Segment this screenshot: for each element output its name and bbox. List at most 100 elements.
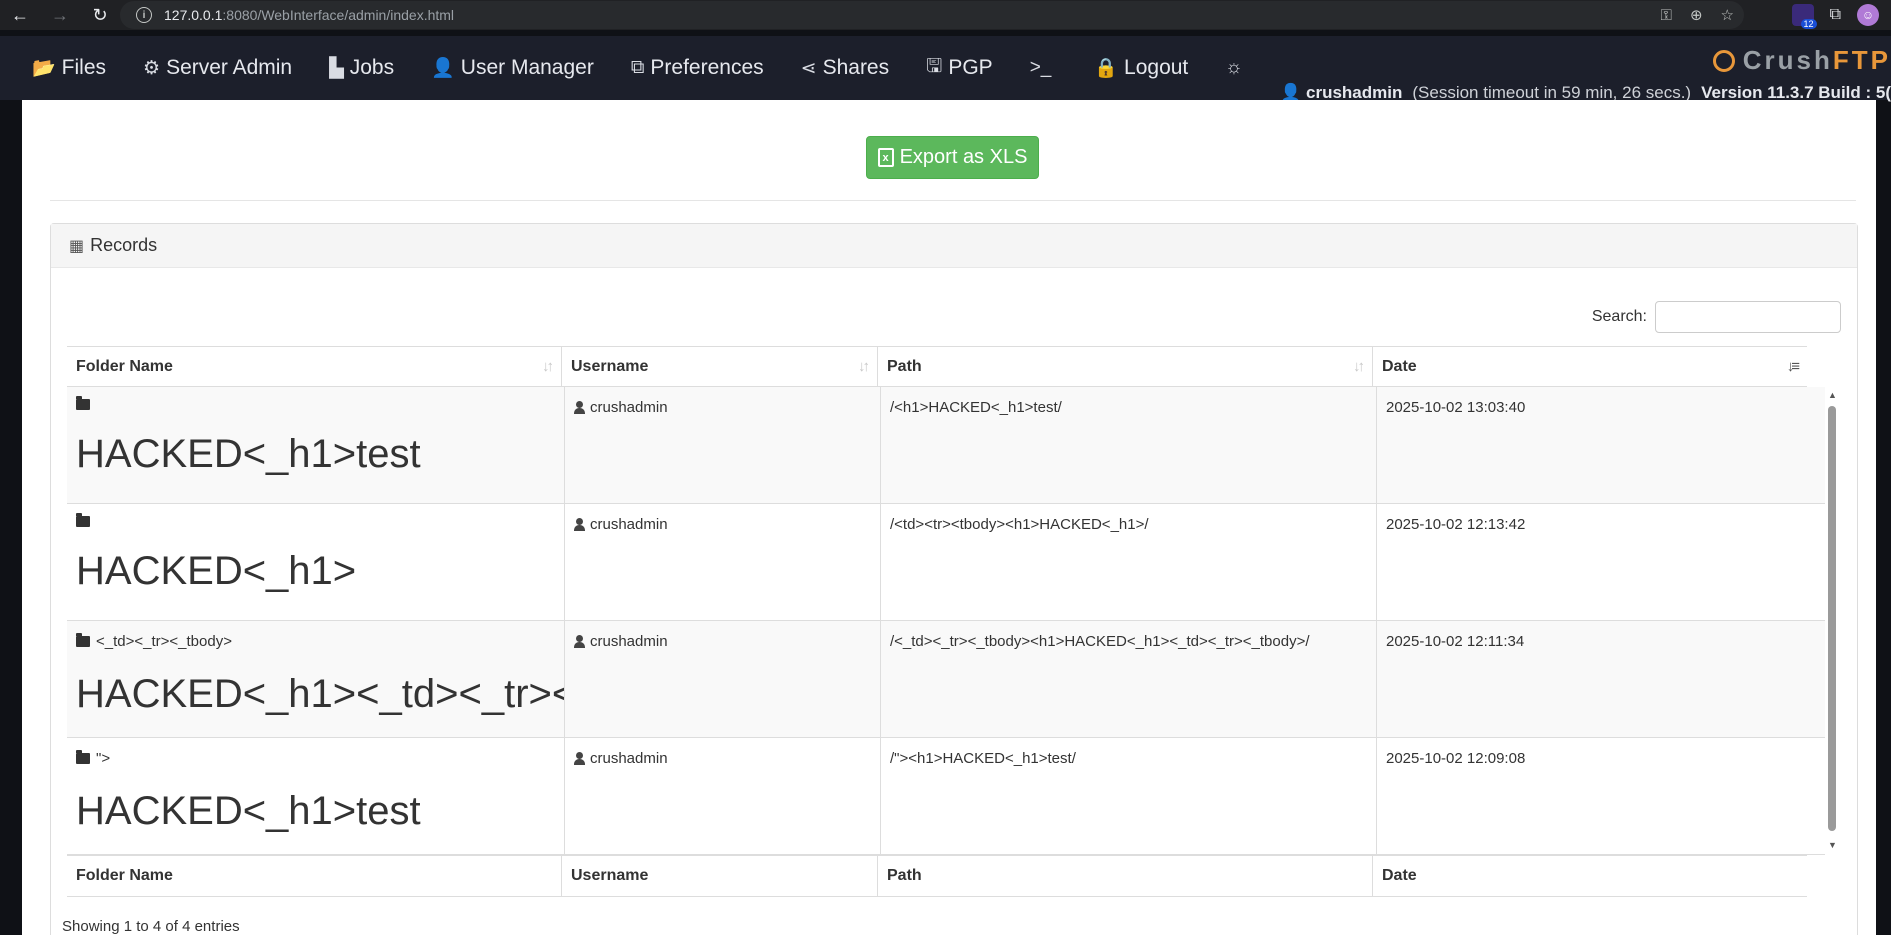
- floppy-icon: 🖫: [926, 56, 943, 77]
- table-row[interactable]: HACKED<_h1> crushadmin /<td><tr><tbody><h1…: [67, 504, 1825, 621]
- url-host: 127.0.0.1: [164, 7, 223, 23]
- nav-label: Files: [61, 56, 107, 79]
- back-icon[interactable]: ←: [0, 0, 40, 30]
- cell-date: 2025-10-02 12:13:42: [1386, 516, 1526, 533]
- folder-name-heading: HACKED<_h1>: [76, 549, 357, 593]
- table-row[interactable]: HACKED<_h1>test crushadmin /<h1>HACKED<_h1…: [67, 387, 1825, 504]
- scroll-down-icon[interactable]: ▼: [1828, 840, 1837, 850]
- nav-label: PGP: [948, 56, 993, 79]
- nav-item-jobs[interactable]: ▙ Jobs: [329, 56, 413, 80]
- export-xls-label: Export as XLS: [899, 146, 1028, 168]
- folder-name-heading: HACKED<_h1><_td><_tr><_tbody>: [76, 672, 564, 716]
- cell-username: crushadmin: [565, 387, 881, 503]
- forward-icon[interactable]: →: [40, 0, 80, 30]
- scroll-thumb[interactable]: [1828, 406, 1836, 831]
- folder-icon: [76, 750, 90, 764]
- nav-item-files[interactable]: 📂 Files: [32, 56, 125, 80]
- col-username[interactable]: Username ↓↑: [562, 347, 878, 386]
- table-row[interactable]: <_td><_tr><_tbody> HACKED<_h1><_td><_tr><…: [67, 621, 1825, 738]
- divider: [50, 200, 1856, 201]
- brand-name-left: Crush: [1742, 45, 1833, 75]
- crushftp-logo-icon: [1712, 49, 1735, 72]
- cell-username: crushadmin: [565, 738, 881, 854]
- nav-item-shares[interactable]: ⋖ Shares: [801, 56, 908, 80]
- table-scrollbar[interactable]: ▲ ▼: [1826, 390, 1838, 850]
- lock-icon: 🔒: [1094, 58, 1119, 79]
- address-bar[interactable]: i 127.0.0.1:8080/WebInterface/admin/inde…: [120, 1, 1744, 29]
- cell-folder-name: HACKED<_h1>test: [67, 387, 565, 503]
- col-date[interactable]: Date ↓≡: [1373, 347, 1807, 386]
- extension-badge-count: 12: [1800, 19, 1817, 29]
- nav-item-user-manager[interactable]: 👤 User Manager: [431, 56, 613, 80]
- sort-desc-icon: ↓≡: [1786, 358, 1800, 375]
- gear-icon: ⚙: [143, 57, 161, 79]
- table-icon: ▦: [69, 237, 85, 255]
- username-text: crushadmin: [590, 516, 668, 533]
- sort-icon: ↓↑: [1353, 358, 1365, 375]
- profile-avatar[interactable]: ☺: [1857, 4, 1879, 26]
- table-row[interactable]: "> HACKED<_h1>test crushadmin /"><h1>HACKED…: [67, 738, 1825, 855]
- extension-icon[interactable]: 12: [1791, 4, 1817, 29]
- zoom-icon[interactable]: ⊕: [1690, 6, 1703, 24]
- nav-item-pgp[interactable]: 🖫 PGP: [926, 52, 1012, 84]
- nav-item-terminal[interactable]: >_: [1030, 57, 1077, 79]
- folder-name-heading: HACKED<_h1>test: [76, 432, 421, 476]
- cell-date: 2025-10-02 12:09:08: [1386, 750, 1526, 767]
- brightness-icon: ☼: [1225, 57, 1243, 78]
- footer-date: Date: [1382, 867, 1417, 884]
- table-body: HACKED<_h1>test crushadmin /<h1>HACKED<_h1…: [67, 387, 1831, 857]
- panel-heading: ▦ Records: [51, 224, 1857, 268]
- table-footer: Folder Name Username Path Date: [67, 855, 1807, 897]
- site-info-icon[interactable]: i: [136, 7, 152, 23]
- footer-folder-name: Folder Name: [67, 856, 562, 896]
- nav-label: Preferences: [650, 56, 764, 79]
- copy-icon: ⧉: [630, 57, 645, 78]
- nav-item-server-admin[interactable]: ⚙ Server Admin: [143, 56, 311, 80]
- folder-name-small: <_td><_tr><_tbody>: [96, 633, 232, 650]
- file-excel-icon: x: [877, 148, 894, 167]
- records-panel: ▦ Records Search: Folder Name ↓↑ Username…: [50, 223, 1858, 935]
- col-path[interactable]: Path ↓↑: [878, 347, 1373, 386]
- extensions-puzzle-icon[interactable]: ⧉: [1830, 6, 1841, 24]
- reload-icon[interactable]: ↻: [80, 0, 120, 30]
- folder-icon: [76, 633, 90, 647]
- nav-item-logout[interactable]: 🔒 Logout: [1094, 56, 1207, 80]
- col-folder-name[interactable]: Folder Name ↓↑: [67, 347, 562, 386]
- search-label: Search:: [1591, 308, 1647, 325]
- panel-title: Records: [90, 235, 158, 255]
- cell-folder-name: HACKED<_h1>: [67, 504, 565, 620]
- export-xls-button[interactable]: x Export as XLS: [866, 136, 1039, 179]
- search-box: Search:: [1592, 301, 1841, 333]
- username-text: crushadmin: [590, 750, 668, 767]
- folder-open-icon: 📂: [32, 58, 56, 79]
- folder-icon: [76, 396, 90, 410]
- cell-username: crushadmin: [565, 621, 881, 737]
- table-info: Showing 1 to 4 of 4 entries: [62, 918, 240, 935]
- search-input[interactable]: [1655, 301, 1841, 333]
- nav-item-brightness[interactable]: ☼: [1225, 57, 1267, 79]
- cell-path: /"><h1>HACKED<_h1>test/: [881, 738, 1377, 854]
- username-text: crushadmin: [590, 633, 668, 650]
- app-navbar: 📂 Files ⚙ Server Admin ▙ Jobs 👤 User Manager ⧉ Pr…: [0, 36, 1891, 102]
- crushftp-logo: Crush FTP: [1712, 45, 1891, 76]
- key-icon[interactable]: ⚿: [1661, 7, 1672, 24]
- url-path: :8080/WebInterface/admin/index.html: [222, 7, 455, 23]
- nav-item-preferences[interactable]: ⧉ Preferences: [631, 56, 783, 80]
- bookmark-star-icon[interactable]: ☆: [1721, 6, 1734, 24]
- nav-label: Logout: [1124, 56, 1189, 79]
- nav-label: Server Admin: [166, 56, 293, 79]
- username-text: crushadmin: [590, 399, 668, 416]
- terminal-icon: >_: [1029, 57, 1052, 78]
- user-icon: [574, 518, 585, 531]
- cell-date: 2025-10-02 13:03:40: [1386, 399, 1526, 416]
- nav-label: User Manager: [460, 56, 594, 79]
- nav-label: Shares: [822, 56, 890, 79]
- scroll-up-icon[interactable]: ▲: [1828, 390, 1837, 400]
- user-icon: 👤: [431, 58, 455, 79]
- cell-path: /<td><tr><tbody><h1>HACKED<_h1>/: [881, 504, 1377, 620]
- brand-name-right: FTP: [1832, 45, 1891, 75]
- user-icon: [574, 752, 585, 765]
- folder-name-small: ">: [96, 750, 111, 767]
- table-header: Folder Name ↓↑ Username ↓↑ Path ↓↑ Date ↓≡: [67, 346, 1807, 388]
- folder-icon: [76, 513, 90, 527]
